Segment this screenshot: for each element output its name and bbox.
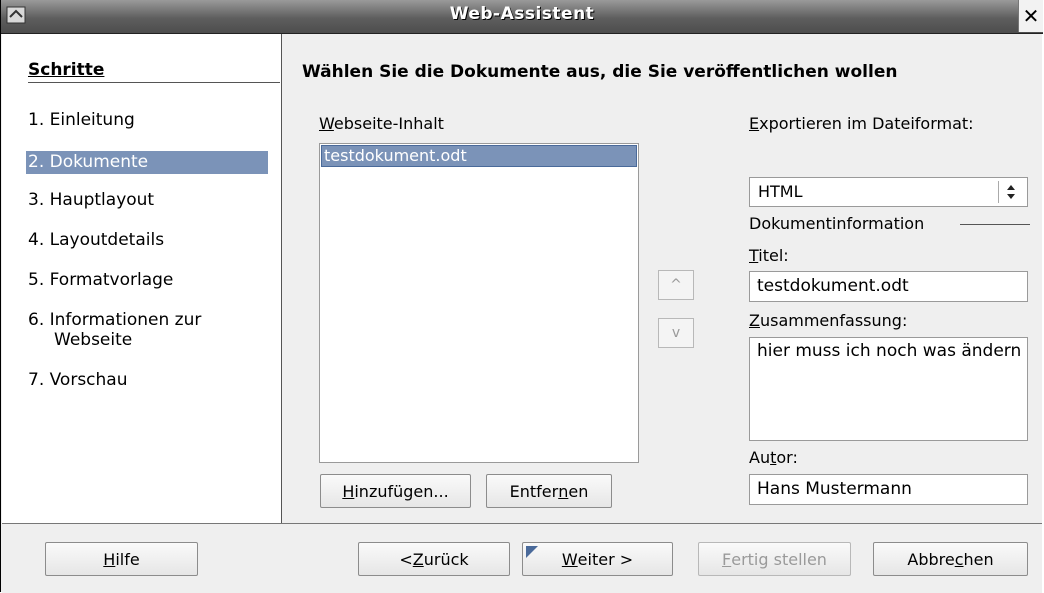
summary-label: Zusammenfassung: <box>749 311 908 330</box>
export-format-value: HTML <box>758 182 803 201</box>
arrow-down-icon: v <box>671 325 681 341</box>
close-icon: ✕ <box>1022 4 1040 28</box>
steps-heading: Schritte <box>28 60 280 83</box>
close-button[interactable]: ✕ <box>1018 0 1043 32</box>
cancel-button[interactable]: Abbre c hen <box>873 542 1028 576</box>
step-vorschau[interactable]: 7. Vorschau <box>28 370 128 390</box>
step-layoutdetails[interactable]: 4. Layoutdetails <box>28 230 164 250</box>
title-bar[interactable]: Web-Assistent ✕ <box>1 0 1043 34</box>
step-hauptlayout[interactable]: 3. Hauptlayout <box>28 190 154 210</box>
author-field[interactable]: Hans Mustermann <box>749 474 1028 505</box>
back-button[interactable]: < Zurück <box>358 542 510 576</box>
content-label: Webseite-Inhalt <box>319 114 444 133</box>
next-button[interactable]: Weiter > <box>522 542 673 576</box>
page-heading: Wählen Sie die Dokumente aus, die Sie ve… <box>302 62 898 82</box>
help-button[interactable]: Hilfe <box>45 542 198 576</box>
step-informationen[interactable]: 6. Informationen zur <box>28 310 201 330</box>
wizard-content: Schritte 1. Einleitung 2. Dokumente 3. H… <box>2 34 1042 523</box>
default-button-marker <box>526 546 538 558</box>
export-format-label: Exportieren im Dateiformat: <box>749 114 974 133</box>
step-dokumente[interactable]: 2. Dokumente <box>26 151 268 174</box>
author-label: Autor: <box>749 448 798 467</box>
content-listbox[interactable]: testdokument.odt <box>319 143 639 463</box>
arrow-up-icon: ^ <box>670 277 682 293</box>
spin-updown-icon[interactable] <box>998 181 1023 203</box>
docinfo-label: Dokumentinformation <box>749 214 925 233</box>
wizard-window: Web-Assistent ✕ Schritte 1. Einleitung 2… <box>0 0 1043 593</box>
step-formatvorlage[interactable]: 5. Formatvorlage <box>28 270 173 290</box>
list-item[interactable]: testdokument.odt <box>321 145 637 167</box>
summary-field[interactable]: hier muss ich noch was ändern <box>749 337 1028 441</box>
button-bar: Hilfe < Zurück Weiter > Fertig stellen A… <box>2 523 1042 593</box>
step-informationen-cont[interactable]: Webseite <box>54 330 132 350</box>
title-label: Titel: <box>749 246 789 265</box>
export-format-select[interactable]: HTML <box>749 177 1028 207</box>
add-button[interactable]: Hinzufügen... <box>320 474 471 508</box>
steps-sidebar: Schritte 1. Einleitung 2. Dokumente 3. H… <box>2 34 282 523</box>
remove-button[interactable]: Entfer n en <box>486 474 612 508</box>
step-einleitung[interactable]: 1. Einleitung <box>28 110 135 130</box>
docinfo-divider <box>960 224 1030 225</box>
title-field[interactable]: testdokument.odt <box>749 271 1028 302</box>
move-down-button[interactable]: v <box>658 318 694 348</box>
finish-button[interactable]: Fertig stellen <box>698 542 851 576</box>
move-up-button[interactable]: ^ <box>658 270 694 300</box>
window-title: Web-Assistent <box>449 4 595 24</box>
